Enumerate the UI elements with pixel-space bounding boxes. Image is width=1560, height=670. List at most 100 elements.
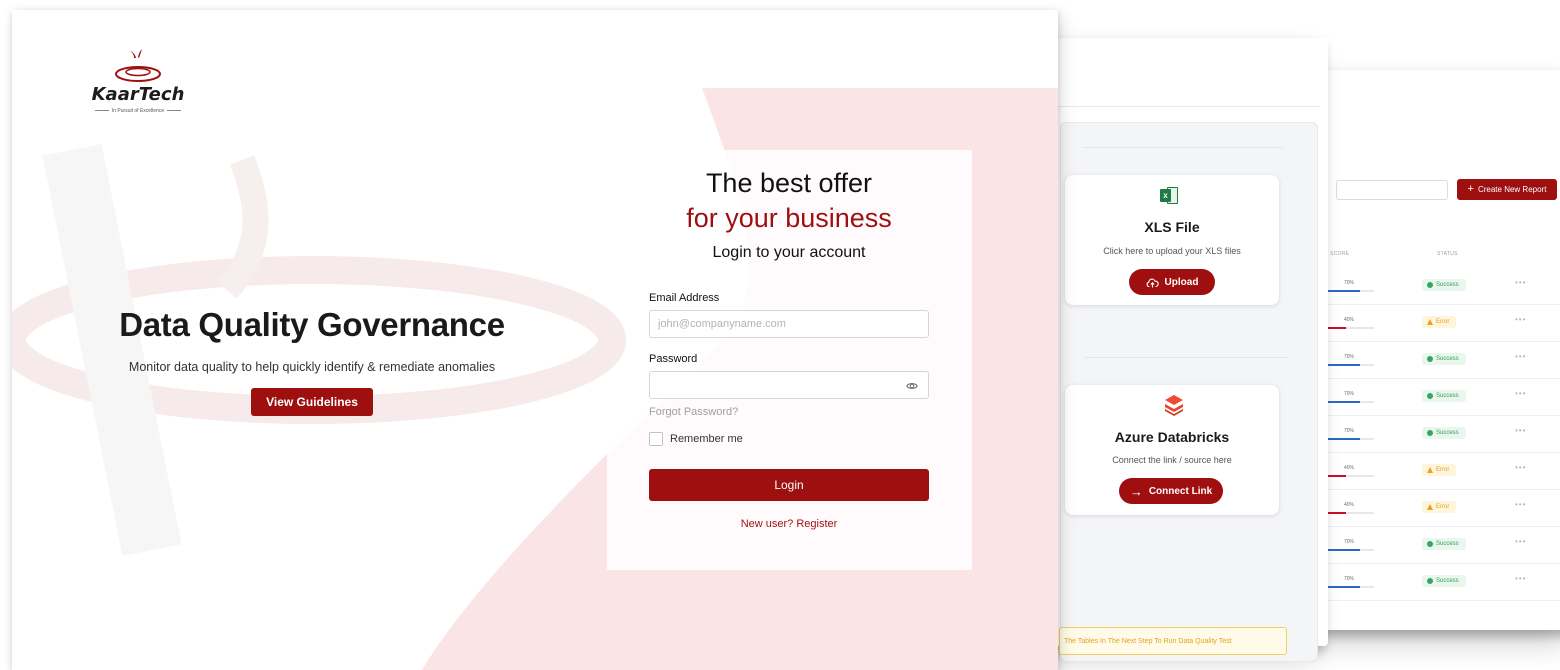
show-password-eye-icon[interactable] (906, 380, 918, 392)
check-circle-icon (1427, 430, 1433, 436)
status-badge: Success (1422, 575, 1466, 587)
databricks-layers-icon (1165, 395, 1183, 416)
table-row[interactable]: 40% Error ••• (1322, 490, 1560, 527)
register-link[interactable]: New user? Register (649, 518, 929, 530)
logo-mark-icon (115, 49, 161, 82)
table-row[interactable]: 40% Error ••• (1322, 453, 1560, 490)
score-progress-fill (1328, 549, 1361, 551)
azure-databricks-card[interactable]: Azure Databricks Connect the link / sour… (1065, 385, 1279, 515)
password-label: Password (649, 353, 698, 365)
score-value: 40% (1344, 502, 1355, 508)
remember-me-row[interactable]: Remember me (649, 432, 929, 446)
status-label: Success (1436, 282, 1459, 288)
table-row[interactable]: 70% Success ••• (1322, 342, 1560, 379)
hero-section: Data Quality Governance Monitor data qua… (102, 306, 522, 416)
logo-wordmark: KaarTech (91, 84, 185, 105)
score-progress-fill (1328, 438, 1361, 440)
databricks-card-subtitle: Connect the link / source here (1112, 455, 1232, 465)
connect-link-label: Connect Link (1148, 485, 1213, 497)
email-field[interactable] (649, 310, 929, 338)
check-circle-icon (1427, 393, 1433, 399)
status-label: Error (1436, 504, 1450, 510)
login-heading: Login to your account (712, 244, 866, 261)
login-button[interactable]: Login (649, 469, 929, 501)
remember-me-checkbox[interactable] (649, 432, 663, 446)
report-search-input[interactable] (1336, 180, 1448, 200)
email-label: Email Address (649, 292, 720, 304)
score-value: 70% (1344, 354, 1355, 360)
status-badge: Error (1422, 464, 1457, 476)
upload-button[interactable]: Upload (1129, 269, 1215, 295)
row-more-icon[interactable]: ••• (1515, 463, 1526, 472)
status-badge: Success (1422, 427, 1466, 439)
score-progress-bar (1328, 364, 1374, 366)
table-row[interactable]: 70% Success ••• (1322, 379, 1560, 416)
create-new-report-label: Create New Report (1477, 185, 1547, 194)
source-options-container: x XLS File Click here to upload your XLS… (1059, 122, 1318, 662)
password-field[interactable] (649, 371, 929, 399)
warning-icon (1427, 319, 1433, 325)
score-progress-bar (1328, 327, 1374, 329)
score-progress-fill (1328, 512, 1347, 514)
score-progress-fill (1328, 290, 1361, 292)
score-value: 70% (1344, 280, 1355, 286)
status-badge: Success (1422, 390, 1466, 402)
forgot-password-link[interactable]: Forgot Password? (649, 406, 929, 418)
view-guidelines-button[interactable]: View Guidelines (251, 388, 373, 416)
create-new-report-button[interactable]: + Create New Report (1457, 179, 1557, 200)
row-more-icon[interactable]: ••• (1515, 389, 1526, 398)
row-more-icon[interactable]: ••• (1515, 315, 1526, 324)
column-header-status: STATUS (1437, 251, 1458, 257)
status-badge: Success (1422, 538, 1466, 550)
header-divider (1052, 106, 1320, 107)
score-value: 70% (1344, 428, 1355, 434)
row-more-icon[interactable]: ••• (1515, 574, 1526, 583)
score-progress-fill (1328, 327, 1347, 329)
score-progress-fill (1328, 401, 1361, 403)
status-badge: Success (1422, 279, 1466, 291)
status-label: Success (1436, 356, 1459, 362)
status-label: Success (1436, 578, 1459, 584)
offer-heading: The best offer (705, 168, 873, 198)
status-label: Error (1436, 319, 1450, 325)
status-label: Success (1436, 393, 1459, 399)
cloud-upload-icon (1146, 278, 1159, 287)
login-page: KaarTech In Pursuit of Excellence Data Q… (12, 10, 1058, 670)
score-progress-bar (1328, 549, 1374, 551)
table-row[interactable]: 70% Success ••• (1322, 416, 1560, 453)
plus-icon: + (1467, 183, 1474, 195)
score-value: 40% (1344, 317, 1355, 323)
check-circle-icon (1427, 578, 1433, 584)
score-progress-fill (1328, 586, 1361, 588)
xls-file-card[interactable]: x XLS File Click here to upload your XLS… (1065, 175, 1279, 305)
row-more-icon[interactable]: ••• (1515, 278, 1526, 287)
status-badge: Error (1422, 316, 1457, 328)
check-circle-icon (1427, 282, 1433, 288)
logo-tagline: In Pursuit of Excellence (82, 108, 194, 114)
warning-icon (1427, 504, 1433, 510)
connect-link-button[interactable]: → Connect Link (1119, 478, 1223, 504)
score-value: 70% (1344, 576, 1355, 582)
status-label: Success (1436, 541, 1459, 547)
remember-me-label: Remember me (670, 433, 743, 445)
row-more-icon[interactable]: ••• (1515, 426, 1526, 435)
score-progress-fill (1328, 475, 1347, 477)
row-more-icon[interactable]: ••• (1515, 537, 1526, 546)
upload-label: Upload (1164, 276, 1199, 288)
column-header-score: SCORE (1330, 251, 1350, 257)
arrow-right-icon: → (1129, 483, 1143, 499)
table-row[interactable]: 70% Success ••• (1322, 268, 1560, 305)
check-circle-icon (1427, 356, 1433, 362)
table-row[interactable]: 70% Success ••• (1322, 527, 1560, 564)
row-more-icon[interactable]: ••• (1515, 500, 1526, 509)
score-value: 70% (1344, 391, 1355, 397)
row-more-icon[interactable]: ••• (1515, 352, 1526, 361)
score-progress-bar (1328, 475, 1374, 477)
table-row[interactable]: 40% Error ••• (1322, 305, 1560, 342)
divider (1083, 147, 1283, 148)
score-value: 40% (1344, 465, 1355, 471)
excel-icon: x (1160, 187, 1178, 205)
score-progress-fill (1328, 364, 1361, 366)
score-progress-bar (1328, 401, 1374, 403)
table-row[interactable]: 70% Success ••• (1322, 564, 1560, 601)
